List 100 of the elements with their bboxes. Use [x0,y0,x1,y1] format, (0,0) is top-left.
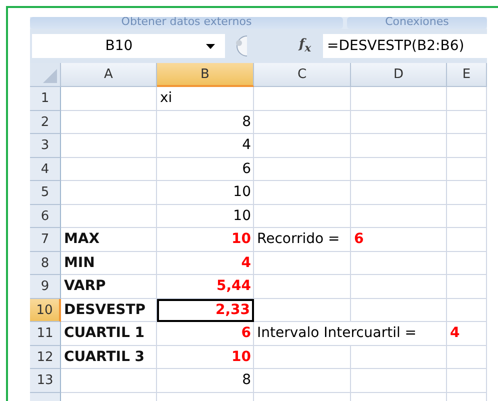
result-value: 10 [230,348,252,365]
row-header[interactable]: 10 [30,298,61,322]
table-cell[interactable]: Intervalo Intercuartil = [254,322,447,346]
table-cell[interactable] [447,87,487,110]
table-cell[interactable] [254,134,351,158]
table-cell[interactable]: 5,44 [157,275,254,298]
table-cell[interactable] [351,87,447,110]
table-cell[interactable] [254,369,351,392]
table-cell[interactable]: Recorrido = [254,228,351,252]
corner-triangle-icon [43,69,57,83]
row-header[interactable]: 6 [30,204,61,228]
row-header[interactable]: 5 [30,181,61,204]
table-cell[interactable] [351,346,447,369]
table-cell[interactable] [254,204,351,228]
ribbon-group-label: Obtener datos externos [30,17,343,29]
column-header[interactable]: D [351,63,447,87]
cell-value: 6 [241,160,252,177]
table-cell[interactable]: 8 [157,110,254,134]
table-cell[interactable] [351,134,447,158]
function-button[interactable]: f$_{x}$ [299,37,323,55]
row-header[interactable]: 11 [30,322,61,346]
table-cell[interactable]: 4 [447,322,487,346]
table-cell[interactable] [254,110,351,134]
table-cell[interactable] [351,158,447,181]
table-cell[interactable]: DESVESTP [61,298,157,322]
table-cell[interactable] [61,369,157,392]
cell-value: 8 [241,372,252,388]
name-box[interactable]: B10 [32,34,225,58]
table-cell[interactable] [447,369,487,392]
column-header[interactable]: E [447,63,487,87]
row-header[interactable]: 8 [30,252,61,275]
result-value: 5,44 [215,278,252,294]
table-cell[interactable] [61,110,157,134]
table-cell[interactable] [61,158,157,181]
row-header[interactable]: 2 [30,110,61,134]
table-cell[interactable]: 10 [157,204,254,228]
result-value: 2,33 [214,302,251,318]
select-all-corner[interactable] [30,63,61,87]
result-value: 4 [240,254,252,271]
table-cell[interactable] [447,298,487,322]
table-cell[interactable]: VARP [61,275,157,298]
formula-field[interactable]: =DESVESTP(B2:B6) [323,34,487,58]
ribbon-group-label: Conexiones [347,17,487,29]
table-cell[interactable] [447,228,487,252]
table-cell[interactable] [447,204,487,228]
table-cell[interactable]: 6 [157,322,254,346]
row-header[interactable]: 7 [30,228,61,252]
table-cell[interactable] [61,134,157,158]
table-cell[interactable]: 6 [157,158,254,181]
table-cell[interactable] [254,252,351,275]
table-cell[interactable]: 4 [157,134,254,158]
table-cell[interactable]: 10 [157,228,254,252]
row-header[interactable]: 13 [30,369,61,392]
table-cell[interactable]: MAX [61,228,157,252]
table-cell[interactable] [351,275,447,298]
result-value: 10 [230,231,252,248]
table-cell[interactable] [351,181,447,204]
table-cell[interactable]: MIN [61,252,157,275]
row-header[interactable]: 3 [30,134,61,158]
table-cell[interactable] [447,346,487,369]
row-header[interactable]: 9 [30,275,61,298]
table-cell[interactable] [254,181,351,204]
table-cell[interactable] [447,252,487,275]
column-header[interactable]: C [254,63,351,87]
result-value: 6 [240,325,252,342]
table-cell[interactable] [447,275,487,298]
table-cell[interactable] [351,204,447,228]
table-cell[interactable] [254,275,351,298]
row-header[interactable]: 12 [30,346,61,369]
table-cell[interactable] [447,110,487,134]
table-cell[interactable]: xi [157,87,254,110]
table-cell[interactable]: CUARTIL 1 [61,322,157,346]
table-cell[interactable]: 10 [157,181,254,204]
row-header[interactable]: 1 [30,87,61,110]
column-header[interactable]: A [61,63,157,87]
table-cell[interactable] [61,181,157,204]
cell-value: 8 [241,114,252,130]
table-cell[interactable] [61,87,157,110]
table-cell[interactable] [254,346,351,369]
cell-value: 4 [241,137,252,154]
table-cell[interactable] [351,110,447,134]
table-cell[interactable] [61,204,157,228]
table-cell[interactable] [447,158,487,181]
table-cell[interactable]: CUARTIL 3 [61,346,157,369]
table-cell[interactable] [254,87,351,110]
table-cell[interactable] [351,369,447,392]
table-cell[interactable] [254,158,351,181]
cell-value: 10 [232,208,252,224]
row-header[interactable]: 4 [30,158,61,181]
table-cell[interactable]: 10 [157,346,254,369]
table-cell[interactable] [447,181,487,204]
table-cell[interactable]: 4 [157,252,254,275]
selected-cell[interactable]: 2,33 [157,298,254,322]
table-cell[interactable]: 8 [157,369,254,392]
table-cell[interactable]: 6 [351,228,447,252]
table-cell[interactable] [447,134,487,158]
table-cell[interactable] [351,298,447,322]
table-cell[interactable] [351,252,447,275]
table-cell[interactable] [254,298,351,322]
column-header[interactable]: B [157,63,254,87]
